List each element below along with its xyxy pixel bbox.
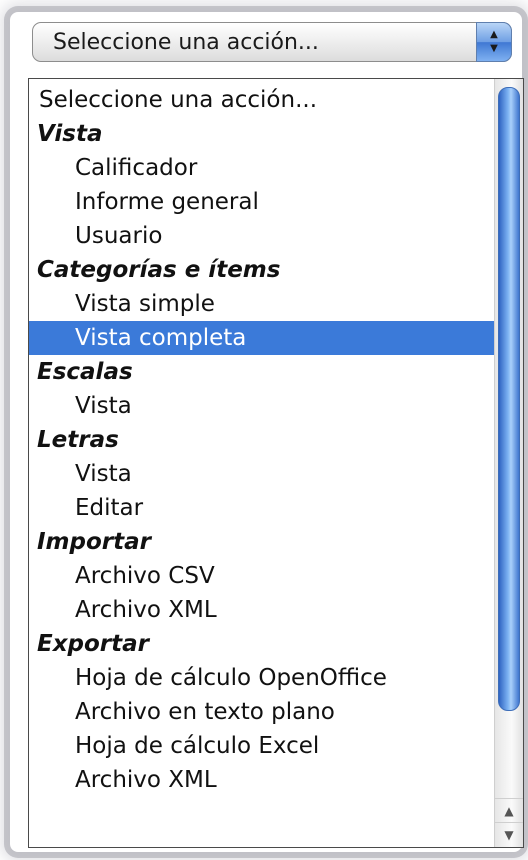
option-hoja-de-calculo-excel[interactable]: Hoja de cálculo Excel — [29, 729, 523, 763]
option-vista-completa[interactable]: Vista completa — [29, 321, 523, 355]
scrollbar-thumb[interactable] — [498, 87, 520, 711]
option-group-categorias-e-items: Categorías e ítems — [37, 257, 281, 283]
option-usuario[interactable]: Usuario — [29, 219, 523, 253]
action-listbox[interactable]: Seleccione una acción... Vista Calificador… — [28, 78, 524, 848]
option-group-importar: Importar — [37, 529, 151, 555]
action-select-value: Seleccione una acción... — [53, 30, 319, 55]
option-group-escalas: Escalas — [37, 359, 133, 385]
scroll-up-arrow-icon[interactable]: ▲ — [495, 798, 523, 823]
option-calificador[interactable]: Calificador — [29, 151, 523, 185]
option-vista[interactable]: Vista — [29, 389, 523, 423]
select-up-arrow-icon: ▲ — [490, 29, 498, 40]
listbox-scrollbar[interactable]: ▲ ▼ — [494, 79, 523, 847]
option-archivo-xml[interactable]: Archivo XML — [29, 593, 523, 627]
option-archivo-en-texto-plano[interactable]: Archivo en texto plano — [29, 695, 523, 729]
option-group-vista: Vista — [37, 121, 103, 147]
option-group-letras: Letras — [37, 427, 119, 453]
option-archivo-xml[interactable]: Archivo XML — [29, 763, 523, 797]
action-select[interactable]: Seleccione una acción... ▲ ▼ — [32, 22, 512, 62]
option-group-exportar: Exportar — [37, 631, 150, 657]
scroll-down-arrow-icon[interactable]: ▼ — [495, 822, 523, 847]
select-down-arrow-icon: ▼ — [490, 43, 498, 54]
option-vista-simple[interactable]: Vista simple — [29, 287, 523, 321]
option-editar[interactable]: Editar — [29, 491, 523, 525]
option-archivo-csv[interactable]: Archivo CSV — [29, 559, 523, 593]
option-seleccione-una-accion[interactable]: Seleccione una acción... — [29, 83, 501, 117]
option-hoja-de-calculo-openoffice[interactable]: Hoja de cálculo OpenOffice — [29, 661, 523, 695]
option-informe-general[interactable]: Informe general — [29, 185, 523, 219]
select-arrows-icon[interactable]: ▲ ▼ — [476, 22, 512, 62]
option-vista[interactable]: Vista — [29, 457, 523, 491]
